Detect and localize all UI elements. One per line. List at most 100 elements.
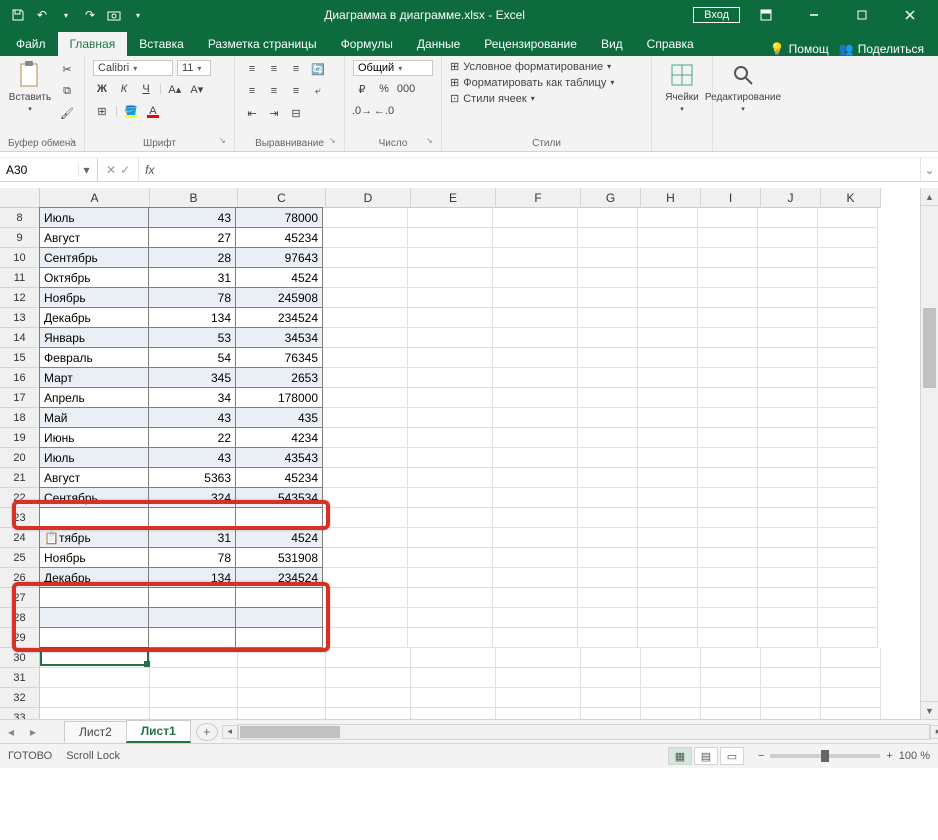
cell[interactable] (323, 228, 408, 248)
cell[interactable]: 27 (148, 227, 236, 248)
fill-color-icon[interactable]: 🪣 (122, 102, 140, 120)
conditional-formatting-button[interactable]: ⊞Условное форматирование▾ (450, 60, 611, 73)
cell[interactable] (758, 288, 818, 308)
cell[interactable]: 543534 (235, 487, 323, 508)
cell[interactable] (323, 468, 408, 488)
zoom-out-icon[interactable]: − (758, 750, 764, 762)
cell[interactable]: 4234 (235, 427, 323, 448)
save-icon[interactable] (10, 7, 26, 23)
cell[interactable] (758, 608, 818, 628)
cell[interactable]: 234524 (235, 567, 323, 588)
cell[interactable]: 324 (148, 487, 236, 508)
cell[interactable] (578, 388, 638, 408)
paste-button[interactable]: Вставить ▾ (8, 60, 52, 113)
increase-font-icon[interactable]: A▴ (166, 80, 184, 98)
cell[interactable] (411, 688, 496, 708)
cell[interactable] (761, 668, 821, 688)
cell[interactable] (323, 248, 408, 268)
increase-decimal-icon[interactable]: .0→ (353, 102, 371, 120)
cell[interactable] (150, 648, 238, 668)
cell[interactable] (323, 208, 408, 228)
cell[interactable] (818, 408, 878, 428)
cell[interactable] (40, 688, 150, 708)
format-painter-icon[interactable]: 🖌 (58, 104, 76, 122)
bold-button[interactable]: Ж (93, 80, 111, 98)
cell[interactable] (818, 548, 878, 568)
cell[interactable] (698, 228, 758, 248)
cell[interactable] (818, 468, 878, 488)
cell[interactable] (578, 288, 638, 308)
column-header[interactable]: A (40, 188, 150, 208)
row-header[interactable]: 12 (0, 288, 40, 308)
cell[interactable] (323, 528, 408, 548)
cell[interactable]: 78 (148, 547, 236, 568)
cell[interactable] (638, 608, 698, 628)
align-left-icon[interactable]: ≡ (243, 82, 261, 100)
cell[interactable] (40, 708, 150, 720)
cell[interactable] (326, 668, 411, 688)
cell[interactable]: 34534 (235, 327, 323, 348)
cell[interactable] (638, 388, 698, 408)
underline-button[interactable]: Ч (137, 80, 155, 98)
cell[interactable]: 53 (148, 327, 236, 348)
cell[interactable] (818, 608, 878, 628)
cell[interactable] (323, 308, 408, 328)
column-header[interactable]: D (326, 188, 411, 208)
worksheet[interactable]: ABCDEFGHIJK 8910111213141516171819202122… (0, 188, 938, 720)
share-button[interactable]: 👥 Поделиться (839, 42, 924, 56)
align-middle-icon[interactable]: ≡ (265, 60, 283, 78)
cell[interactable] (638, 548, 698, 568)
row-header[interactable]: 11 (0, 268, 40, 288)
cell[interactable] (701, 708, 761, 720)
cell[interactable] (818, 388, 878, 408)
cell[interactable] (641, 708, 701, 720)
close-icon[interactable] (888, 1, 932, 29)
cell[interactable] (578, 468, 638, 488)
cell[interactable] (408, 268, 493, 288)
view-page-layout-icon[interactable]: ▤ (694, 747, 718, 765)
row-header[interactable]: 13 (0, 308, 40, 328)
vertical-scrollbar[interactable]: ▲ ▼ (920, 188, 938, 719)
cell[interactable] (818, 508, 878, 528)
add-sheet-icon[interactable]: + (196, 723, 218, 741)
cell[interactable] (818, 308, 878, 328)
dialog-launcher-icon[interactable]: ↘ (426, 136, 438, 148)
cell[interactable] (326, 708, 411, 720)
cell[interactable] (323, 408, 408, 428)
cell[interactable] (638, 408, 698, 428)
cell[interactable] (578, 628, 638, 648)
cell[interactable] (40, 648, 150, 668)
cell[interactable] (493, 348, 578, 368)
cell[interactable] (638, 348, 698, 368)
cell[interactable] (408, 288, 493, 308)
cell[interactable] (638, 328, 698, 348)
cell[interactable] (758, 408, 818, 428)
cell[interactable] (323, 428, 408, 448)
cell[interactable]: 178000 (235, 387, 323, 408)
cell[interactable] (698, 528, 758, 548)
view-normal-icon[interactable]: ▦ (668, 747, 692, 765)
cell[interactable]: 78 (148, 287, 236, 308)
column-header[interactable]: G (581, 188, 641, 208)
cell[interactable] (408, 388, 493, 408)
borders-icon[interactable]: ⊞ (93, 102, 111, 120)
orientation-icon[interactable]: 🔄 (309, 60, 327, 78)
caret-down-icon[interactable]: ▾ (58, 7, 74, 23)
cell[interactable] (408, 308, 493, 328)
cell[interactable] (638, 448, 698, 468)
cell[interactable] (150, 668, 238, 688)
row-header[interactable]: 29 (0, 628, 40, 648)
row-header[interactable]: 30 (0, 648, 40, 668)
scrollbar-thumb[interactable] (240, 726, 340, 738)
cell[interactable] (235, 587, 323, 608)
cell[interactable] (641, 668, 701, 688)
cell[interactable] (148, 507, 236, 528)
cell[interactable] (758, 468, 818, 488)
cell[interactable] (323, 328, 408, 348)
row-header[interactable]: 28 (0, 608, 40, 628)
cell[interactable] (493, 228, 578, 248)
cell[interactable]: 43543 (235, 447, 323, 468)
cell[interactable] (698, 428, 758, 448)
sheet-nav-prev-icon[interactable]: ◂ (0, 725, 22, 739)
cell[interactable] (578, 268, 638, 288)
